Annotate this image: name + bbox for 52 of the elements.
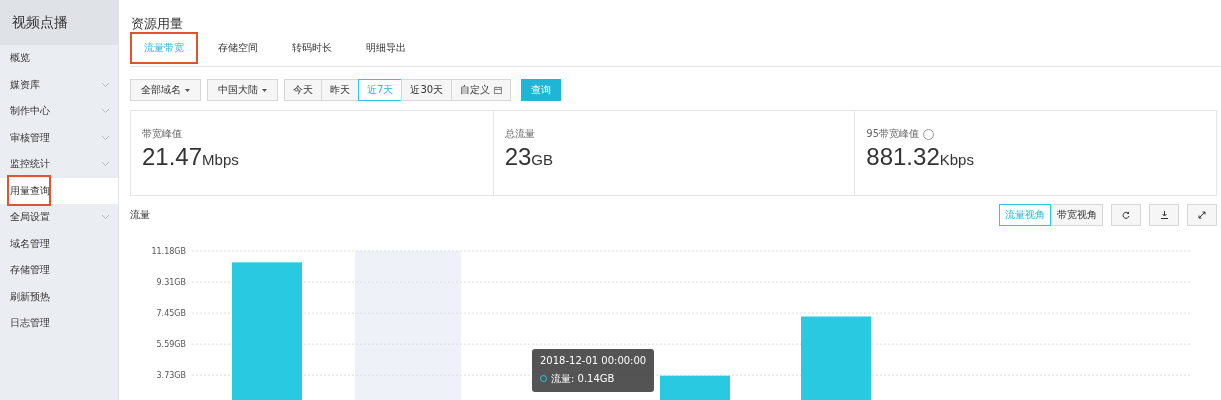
sidebar-title: 视频点播: [0, 0, 118, 45]
date-range-button[interactable]: 自定义: [451, 79, 512, 101]
chevron-down-icon: [101, 214, 110, 221]
highlight-frame: [7, 174, 51, 206]
tab[interactable]: 明细导出: [352, 32, 420, 64]
tooltip-time: 2018-12-01 00:00:00: [540, 354, 647, 366]
date-range-button[interactable]: 今天: [284, 79, 322, 101]
stat-label: 总流量: [504, 127, 535, 141]
stat-value: 881.32Kbps: [866, 143, 975, 171]
download-button[interactable]: [1149, 203, 1179, 226]
caret-icon: [262, 88, 267, 92]
sidebar-item[interactable]: 刷新预热: [0, 283, 118, 310]
sidebar-item[interactable]: 域名管理: [0, 230, 118, 257]
axis-label: 5.59GB: [156, 339, 186, 349]
page-title: 资源用量: [130, 15, 184, 30]
tooltip-value: 流量: 0.14GB: [551, 371, 615, 386]
tab[interactable]: 转码时长: [278, 32, 346, 64]
sidebar-item[interactable]: 制作中心: [0, 98, 118, 125]
refresh-icon: [1122, 210, 1130, 219]
axis-label: 9.31GB: [156, 277, 186, 287]
stat-value: 23GB: [504, 143, 555, 171]
axis-label: 3.73GB: [156, 370, 186, 380]
calendar-icon: [494, 86, 503, 94]
sidebar-item[interactable]: 用量查询: [0, 177, 118, 204]
tab[interactable]: 存储空间: [204, 32, 272, 64]
sidebar-item[interactable]: 监控统计: [0, 151, 118, 178]
dropdown[interactable]: 中国大陆: [207, 79, 278, 101]
stat-label: 95带宽峰值: [866, 127, 920, 141]
fullscreen-button[interactable]: [1187, 203, 1217, 226]
axis-label: 7.45GB: [156, 308, 186, 318]
dropdown[interactable]: 全部域名: [130, 79, 201, 101]
expand-icon: [1198, 210, 1206, 219]
sidebar-item[interactable]: 日志管理: [0, 310, 118, 337]
chevron-down-icon: [101, 108, 110, 115]
axis-label: 11.18GB: [151, 246, 186, 256]
sidebar-item[interactable]: 审核管理: [0, 124, 118, 151]
date-range-button[interactable]: 近30天: [401, 79, 453, 101]
chart-title: 流量: [130, 207, 150, 222]
date-range-button[interactable]: 昨天: [321, 79, 359, 101]
download-icon: [1160, 210, 1168, 219]
sidebar-item[interactable]: 存储管理: [0, 257, 118, 284]
sidebar-item[interactable]: 全局设置: [0, 204, 118, 231]
sidebar-item[interactable]: 媒资库: [0, 71, 118, 98]
sidebar-item[interactable]: 概览: [0, 45, 118, 72]
view-toggle[interactable]: 带宽视角: [1051, 203, 1103, 226]
stat-value: 21.47Mbps: [142, 143, 240, 171]
chevron-down-icon: [101, 134, 110, 141]
chevron-down-icon: [101, 161, 110, 168]
refresh-button[interactable]: [1111, 203, 1141, 226]
caret-icon: [185, 88, 190, 92]
stat-label: 带宽峰值: [142, 127, 182, 141]
chevron-down-icon: [101, 81, 110, 88]
